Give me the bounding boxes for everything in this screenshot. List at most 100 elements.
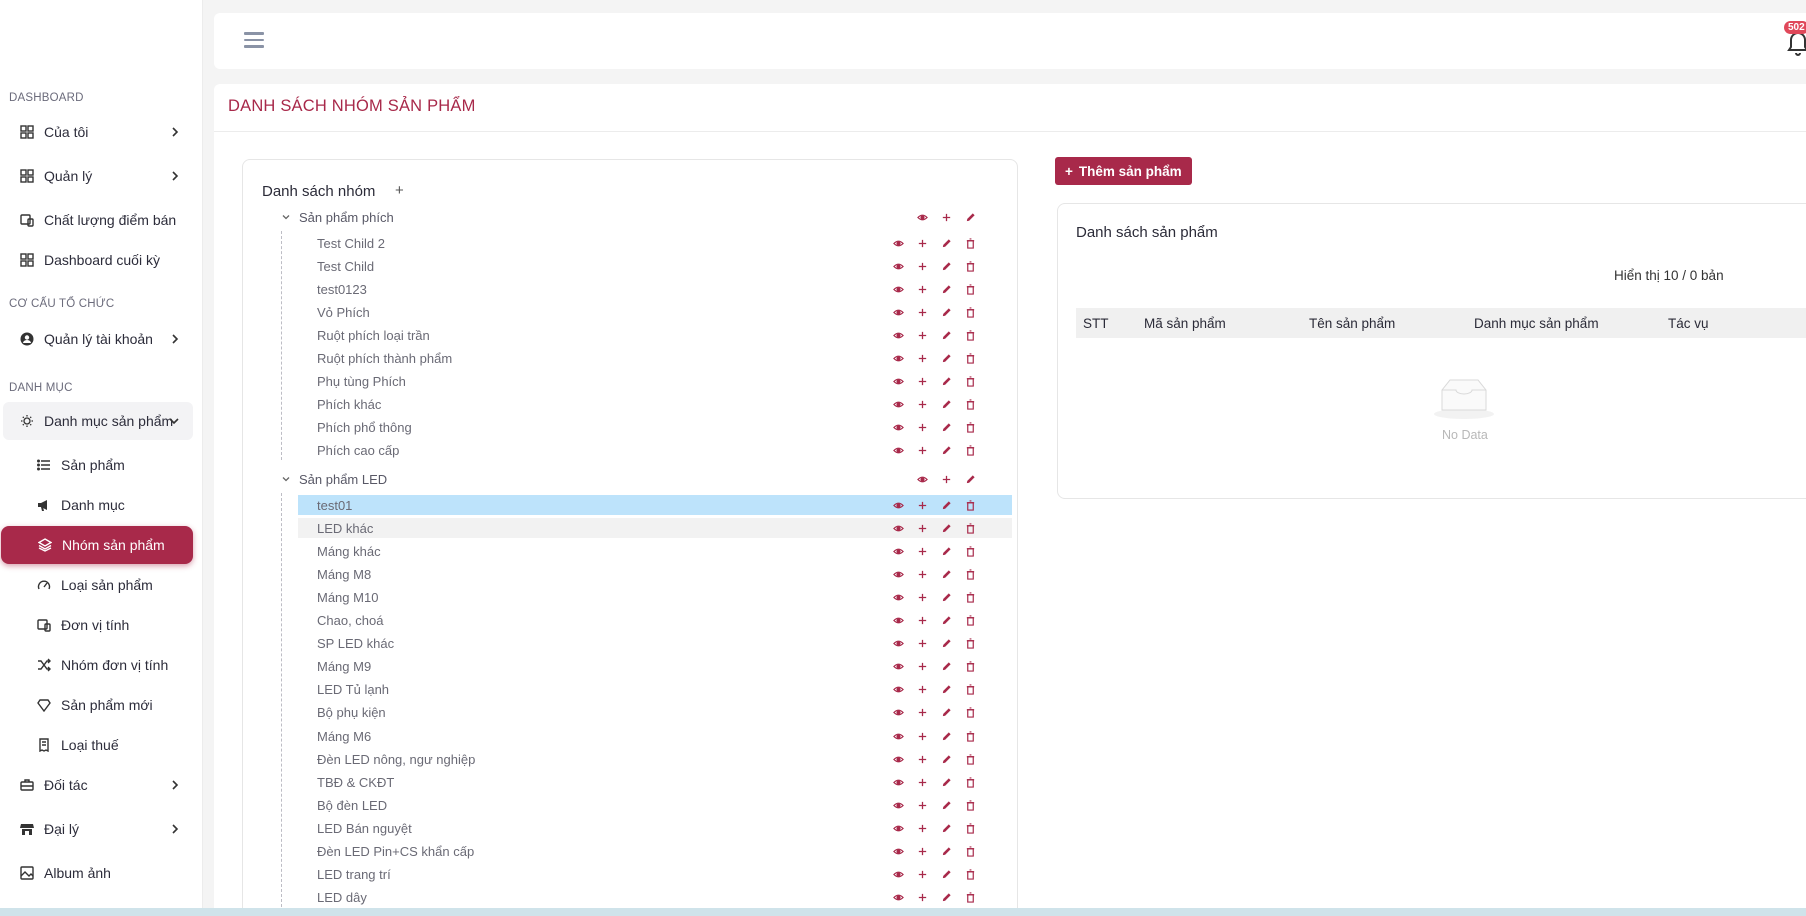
view-button[interactable] bbox=[886, 868, 910, 882]
tree-node-child[interactable]: Máng M9 bbox=[298, 657, 1012, 677]
edit-button[interactable] bbox=[934, 521, 958, 535]
view-button[interactable] bbox=[886, 567, 910, 581]
view-button[interactable] bbox=[886, 637, 910, 651]
tree-node-child[interactable]: LED Bán nguyệt bbox=[298, 818, 1012, 838]
add-child-button[interactable] bbox=[910, 891, 934, 905]
edit-button[interactable] bbox=[934, 328, 958, 342]
view-button[interactable] bbox=[886, 521, 910, 535]
view-button[interactable] bbox=[886, 821, 910, 835]
view-button[interactable] bbox=[886, 660, 910, 674]
view-button[interactable] bbox=[886, 375, 910, 389]
add-child-button[interactable] bbox=[910, 444, 934, 458]
add-child-button[interactable] bbox=[910, 821, 934, 835]
tree-node-root[interactable]: Sản phẩm LED bbox=[281, 469, 1012, 489]
sidebar-item[interactable]: Nhóm sản phẩm bbox=[1, 526, 193, 564]
view-button[interactable] bbox=[886, 259, 910, 273]
edit-button[interactable] bbox=[934, 637, 958, 651]
delete-button[interactable] bbox=[958, 660, 982, 674]
add-group-button[interactable]: + bbox=[395, 182, 404, 199]
delete-button[interactable] bbox=[958, 590, 982, 604]
edit-button[interactable] bbox=[934, 352, 958, 366]
edit-button[interactable] bbox=[934, 444, 958, 458]
sidebar-item[interactable]: Đơn vị tính bbox=[0, 606, 194, 644]
tree-node-child[interactable]: LED trang trí bbox=[298, 865, 1012, 885]
view-button[interactable] bbox=[910, 472, 934, 486]
tree-node-child[interactable]: LED khác bbox=[298, 518, 1012, 539]
view-button[interactable] bbox=[886, 752, 910, 766]
tree-node-child[interactable]: Phích khác bbox=[298, 395, 1012, 415]
delete-button[interactable] bbox=[958, 868, 982, 882]
tree-node-child[interactable]: Đèn LED nông, ngư nghiệp bbox=[298, 749, 1012, 769]
tree-node-child[interactable]: Máng M6 bbox=[298, 726, 1012, 746]
tree-node-child[interactable]: Test Child bbox=[298, 256, 1012, 276]
sidebar-item[interactable]: Chất lượng điểm bán bbox=[0, 201, 194, 239]
delete-button[interactable] bbox=[958, 567, 982, 581]
view-button[interactable] bbox=[886, 444, 910, 458]
add-child-button[interactable] bbox=[910, 614, 934, 628]
view-button[interactable] bbox=[886, 236, 910, 250]
add-child-button[interactable] bbox=[910, 352, 934, 366]
edit-button[interactable] bbox=[934, 259, 958, 273]
delete-button[interactable] bbox=[958, 752, 982, 766]
delete-button[interactable] bbox=[958, 544, 982, 558]
tree-node-child[interactable]: test0123 bbox=[298, 279, 1012, 299]
sidebar-item[interactable]: Loại sản phẩm bbox=[0, 566, 194, 604]
add-child-button[interactable] bbox=[910, 590, 934, 604]
edit-button[interactable] bbox=[934, 421, 958, 435]
add-child-button[interactable] bbox=[910, 752, 934, 766]
caret-down-icon[interactable] bbox=[281, 474, 291, 484]
add-child-button[interactable] bbox=[910, 498, 934, 512]
view-button[interactable] bbox=[886, 798, 910, 812]
edit-button[interactable] bbox=[934, 398, 958, 412]
delete-button[interactable] bbox=[958, 845, 982, 859]
edit-button[interactable] bbox=[958, 472, 982, 486]
sidebar-item[interactable]: Đại lý bbox=[0, 810, 194, 848]
delete-button[interactable] bbox=[958, 421, 982, 435]
sidebar-item[interactable]: Album ảnh bbox=[0, 854, 194, 892]
sidebar-item[interactable]: Của tôi bbox=[0, 113, 194, 151]
edit-button[interactable] bbox=[934, 567, 958, 581]
sidebar-item[interactable]: Quản lý bbox=[0, 157, 194, 195]
edit-button[interactable] bbox=[934, 683, 958, 697]
view-button[interactable] bbox=[886, 891, 910, 905]
edit-button[interactable] bbox=[934, 821, 958, 835]
add-child-button[interactable] bbox=[910, 398, 934, 412]
add-child-button[interactable] bbox=[910, 544, 934, 558]
edit-button[interactable] bbox=[934, 891, 958, 905]
delete-button[interactable] bbox=[958, 236, 982, 250]
menu-toggle-button[interactable] bbox=[244, 32, 264, 50]
delete-button[interactable] bbox=[958, 328, 982, 342]
add-child-button[interactable] bbox=[910, 683, 934, 697]
add-child-button[interactable] bbox=[910, 660, 934, 674]
tree-node-child[interactable]: Máng M8 bbox=[298, 564, 1012, 584]
add-child-button[interactable] bbox=[910, 236, 934, 250]
edit-button[interactable] bbox=[934, 798, 958, 812]
edit-button[interactable] bbox=[934, 775, 958, 789]
sidebar-item[interactable]: Danh mục bbox=[0, 486, 194, 524]
tree-node-child[interactable]: SP LED khác bbox=[298, 634, 1012, 654]
sidebar-item[interactable]: Danh mục sản phẩm bbox=[3, 402, 193, 440]
view-button[interactable] bbox=[910, 210, 934, 224]
delete-button[interactable] bbox=[958, 259, 982, 273]
view-button[interactable] bbox=[886, 421, 910, 435]
add-product-button[interactable]: + Thêm sản phẩm bbox=[1055, 157, 1192, 185]
tree-node-child[interactable]: Máng M10 bbox=[298, 587, 1012, 607]
delete-button[interactable] bbox=[958, 637, 982, 651]
delete-button[interactable] bbox=[958, 775, 982, 789]
add-child-button[interactable] bbox=[910, 305, 934, 319]
view-button[interactable] bbox=[886, 729, 910, 743]
view-button[interactable] bbox=[886, 544, 910, 558]
add-child-button[interactable] bbox=[910, 567, 934, 581]
view-button[interactable] bbox=[886, 590, 910, 604]
tree-node-child[interactable]: Phích cao cấp bbox=[298, 441, 1012, 461]
view-button[interactable] bbox=[886, 282, 910, 296]
edit-button[interactable] bbox=[934, 375, 958, 389]
tree-node-child[interactable]: Test Child 2 bbox=[298, 233, 1012, 253]
edit-button[interactable] bbox=[934, 868, 958, 882]
view-button[interactable] bbox=[886, 328, 910, 342]
view-button[interactable] bbox=[886, 614, 910, 628]
add-child-button[interactable] bbox=[910, 328, 934, 342]
tree-node-child[interactable]: Ruột phích thành phẩm bbox=[298, 349, 1012, 369]
add-child-button[interactable] bbox=[910, 706, 934, 720]
column-header-category[interactable]: Danh mục sản phẩm bbox=[1474, 316, 1599, 331]
